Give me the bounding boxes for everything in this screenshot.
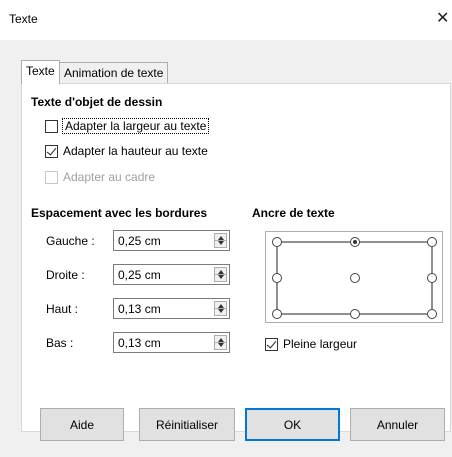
fit-width-checkbox[interactable] (45, 119, 58, 133)
bottom-spacing-label: Bas : (46, 336, 74, 350)
tab-animation-de-texte[interactable]: Animation de texte (60, 62, 169, 84)
full-width-label: Pleine largeur (283, 337, 358, 351)
spin-down-icon[interactable] (218, 343, 224, 347)
anchor-center[interactable] (350, 273, 360, 283)
anchor-top-left[interactable] (272, 237, 282, 247)
right-spacing-label: Droite : (46, 268, 85, 282)
reset-button[interactable]: Réinitialiser (139, 408, 235, 441)
cancel-button-label: Annuler (376, 417, 419, 432)
fit-frame-option[interactable]: Adapter au cadre (45, 167, 155, 187)
top-spacing-spinbox[interactable]: 0,13 cm (113, 298, 230, 319)
bottom-spacing-spinbox[interactable]: 0,13 cm (113, 332, 230, 353)
top-spacing-spin-buttons[interactable] (214, 301, 227, 316)
anchor-heading: Ancre de texte (252, 206, 335, 220)
anchor-top-right[interactable] (427, 237, 437, 247)
fit-height-option[interactable]: Adapter la hauteur au texte (45, 141, 208, 161)
anchor-middle-left[interactable] (272, 273, 282, 283)
right-spacing-spin-buttons[interactable] (214, 267, 227, 282)
fit-frame-label: Adapter au cadre (63, 170, 156, 184)
full-width-checkbox[interactable] (265, 337, 278, 351)
left-spacing-value[interactable]: 0,25 cm (118, 234, 161, 248)
spin-down-icon[interactable] (218, 275, 224, 279)
tab-texte[interactable]: Texte (21, 60, 60, 84)
spin-down-icon[interactable] (218, 309, 224, 313)
window-title: Texte (9, 12, 38, 26)
fit-frame-checkbox[interactable] (45, 170, 58, 184)
dialog-body: Texte Animation de texte Texte d'objet d… (0, 40, 452, 457)
bottom-spacing-value[interactable]: 0,13 cm (118, 336, 161, 350)
tab-animation-label: Animation de texte (64, 66, 164, 80)
anchor-top-center[interactable] (350, 237, 360, 247)
anchor-selector[interactable] (265, 231, 443, 323)
drawing-text-heading: Texte d'objet de dessin (31, 95, 163, 109)
full-width-option[interactable]: Pleine largeur (265, 334, 357, 354)
left-spacing-spin-buttons[interactable] (214, 233, 227, 248)
ok-button[interactable]: OK (245, 408, 340, 441)
right-spacing-spinbox[interactable]: 0,25 cm (113, 264, 230, 285)
title-bar: Texte ✕ (0, 0, 452, 40)
anchor-bottom-right[interactable] (427, 309, 437, 319)
help-button-label: Aide (69, 417, 95, 432)
top-spacing-label: Haut : (46, 302, 79, 316)
close-icon[interactable]: ✕ (436, 8, 452, 30)
anchor-middle-right[interactable] (427, 273, 437, 283)
fit-height-label: Adapter la hauteur au texte (63, 144, 208, 158)
tab-texte-label: Texte (26, 64, 55, 78)
ok-button-label: OK (283, 417, 302, 432)
spacing-heading: Espacement avec les bordures (31, 206, 208, 220)
fit-height-checkbox[interactable] (45, 144, 58, 158)
bottom-spacing-spin-buttons[interactable] (214, 335, 227, 350)
left-spacing-label: Gauche : (46, 234, 95, 248)
help-button[interactable]: Aide (40, 408, 124, 441)
reset-button-label: Réinitialiser (155, 417, 219, 432)
right-spacing-value[interactable]: 0,25 cm (118, 268, 161, 282)
top-spacing-value[interactable]: 0,13 cm (118, 302, 161, 316)
spin-down-icon[interactable] (218, 241, 224, 245)
fit-width-option[interactable]: Adapter la largeur au texte (45, 116, 210, 136)
anchor-bottom-center[interactable] (350, 309, 360, 319)
anchor-bottom-left[interactable] (272, 309, 282, 319)
fit-width-label: Adapter la largeur au texte (61, 118, 210, 134)
left-spacing-spinbox[interactable]: 0,25 cm (113, 230, 230, 251)
cancel-button[interactable]: Annuler (350, 408, 445, 441)
